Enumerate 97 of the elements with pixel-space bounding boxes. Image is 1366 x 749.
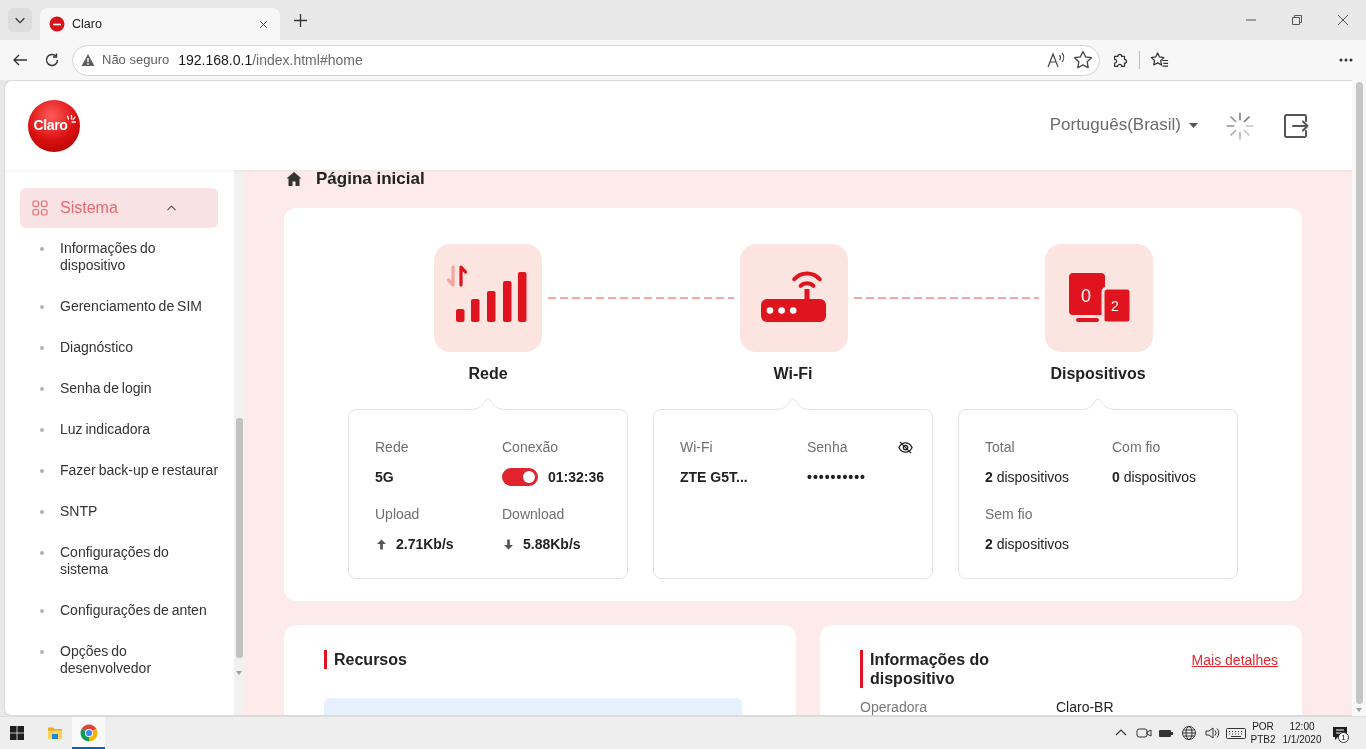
sidebar-subitem[interactable]: Configurações do sistema bbox=[20, 532, 219, 590]
globe-icon[interactable] bbox=[1180, 725, 1197, 741]
sidebar-subitem[interactable]: Senha de login bbox=[20, 368, 219, 409]
logout-icon[interactable] bbox=[1282, 111, 1310, 140]
home-icon bbox=[286, 171, 302, 187]
camera-icon[interactable] bbox=[1135, 725, 1152, 741]
sidebar-subitem[interactable]: SNTP bbox=[20, 491, 219, 532]
panel-pointer bbox=[466, 397, 510, 411]
scrollbar-thumb[interactable] bbox=[235, 418, 243, 658]
puzzle-icon[interactable] bbox=[1111, 51, 1129, 69]
reload-icon[interactable] bbox=[44, 52, 60, 68]
field-value: 2.71Kb/s bbox=[396, 535, 454, 553]
close-icon[interactable] bbox=[1338, 15, 1348, 25]
field-value: ZTE G5T... bbox=[680, 468, 748, 486]
loading-spinner-icon[interactable] bbox=[1226, 111, 1254, 140]
monitor-count: 0 bbox=[1081, 286, 1091, 306]
notification-count: 1 bbox=[1338, 732, 1349, 743]
page-title: Página inicial bbox=[316, 170, 425, 190]
details-link[interactable]: Mais detalhes bbox=[1191, 652, 1278, 669]
input-language-button[interactable]: POR PTB2 bbox=[1249, 717, 1277, 749]
address-text[interactable]: 192.168.0.1/index.html#home bbox=[178, 51, 363, 69]
field-label: Conexão bbox=[502, 438, 559, 456]
sparkle-icon bbox=[66, 114, 77, 123]
bullet-icon bbox=[40, 468, 44, 473]
field-label: Sem fio bbox=[985, 505, 1033, 523]
field-label: Wi-Fi bbox=[680, 438, 713, 456]
favicon-icon bbox=[49, 16, 65, 32]
warning-icon[interactable] bbox=[81, 53, 95, 67]
eye-slash-icon[interactable] bbox=[898, 439, 913, 455]
page-scrollbar[interactable] bbox=[1352, 80, 1366, 716]
card-title: Recursos bbox=[324, 650, 407, 669]
sidebar-subitem[interactable]: Luz indicadora bbox=[20, 409, 219, 450]
field-label: Upload bbox=[375, 505, 420, 523]
restore-icon[interactable] bbox=[1292, 15, 1302, 25]
node-label: Wi-Fi bbox=[773, 364, 813, 384]
sidebar-subitem[interactable]: Opções do desenvolvedor bbox=[20, 631, 219, 689]
field-label: Total bbox=[985, 438, 1015, 456]
sidebar-subitem[interactable]: Gerenciamento de SIM bbox=[20, 286, 219, 327]
node-label: Rede bbox=[468, 364, 508, 384]
star-icon[interactable] bbox=[1073, 50, 1093, 70]
connection-toggle[interactable] bbox=[502, 468, 538, 486]
sidebar-subitem[interactable]: Configurações de anten bbox=[20, 590, 219, 631]
favorites-icon[interactable] bbox=[1149, 50, 1169, 70]
field-value: 5G bbox=[375, 468, 394, 486]
windows-icon[interactable] bbox=[10, 726, 24, 740]
bullet-icon bbox=[40, 608, 44, 613]
bullet-icon bbox=[40, 649, 44, 654]
bullet-icon bbox=[40, 345, 44, 350]
router-icon bbox=[739, 244, 848, 352]
browser-button[interactable] bbox=[72, 717, 105, 749]
scrollbar-thumb[interactable] bbox=[1355, 82, 1363, 704]
sidebar-subitem[interactable]: Informações do dispositivo bbox=[20, 228, 219, 286]
down-arrow-icon bbox=[504, 538, 513, 550]
browser-tab[interactable]: Claro bbox=[40, 8, 280, 40]
language-dropdown[interactable]: Português(Brasil) bbox=[1049, 115, 1198, 136]
browser-icon[interactable] bbox=[79, 724, 98, 742]
security-label[interactable]: Não seguro bbox=[102, 52, 170, 68]
folder-icon[interactable] bbox=[47, 725, 63, 741]
field-label: Download bbox=[502, 505, 565, 523]
info-value: Claro-BR bbox=[1056, 699, 1114, 715]
plus-icon[interactable] bbox=[292, 12, 308, 28]
field-value: 2 dispositivos bbox=[985, 468, 1070, 486]
node-label: Dispositivos bbox=[1050, 364, 1146, 384]
clock-button[interactable]: 12:00 1/1/2020 bbox=[1277, 717, 1327, 749]
field-value: •••••••••• bbox=[807, 468, 866, 486]
grid-icon bbox=[32, 200, 48, 216]
bullet-icon bbox=[40, 246, 44, 251]
field-value: 0 dispositivos bbox=[1112, 468, 1197, 486]
logo-text: Claro bbox=[33, 116, 68, 134]
read-aloud-icon[interactable] bbox=[1047, 51, 1065, 69]
back-arrow-icon[interactable] bbox=[12, 52, 28, 68]
up-arrow-icon bbox=[377, 538, 386, 550]
tab-list-button[interactable] bbox=[8, 8, 32, 32]
sidebar-scrollbar[interactable] bbox=[234, 170, 244, 715]
caret-icon[interactable] bbox=[1189, 123, 1198, 128]
bullet-icon bbox=[40, 550, 44, 555]
address-bar[interactable]: Não seguro 192.168.0.1/index.html#home bbox=[72, 44, 1100, 76]
notifications-button[interactable]: 1 bbox=[1327, 717, 1353, 749]
signal-bars-icon bbox=[434, 244, 542, 352]
field-value: 5.88Kb/s bbox=[523, 535, 581, 553]
field-value: 2 dispositivos bbox=[985, 535, 1070, 553]
phone-count: 2 bbox=[1111, 298, 1119, 314]
speaker-icon[interactable] bbox=[1203, 725, 1220, 741]
sidebar-subitem[interactable]: Fazer back-up e restaurar bbox=[20, 450, 219, 491]
field-value: 01:32:36 bbox=[548, 468, 605, 486]
info-label: Operadora bbox=[860, 699, 927, 715]
sidebar-subitem[interactable]: Diagnóstico bbox=[20, 327, 219, 368]
panel-pointer bbox=[771, 397, 815, 411]
field-label: Senha bbox=[807, 438, 848, 456]
bullet-icon bbox=[40, 427, 44, 432]
field-label: Com fio bbox=[1112, 438, 1161, 456]
panel-pointer bbox=[1076, 397, 1120, 411]
bullet-icon bbox=[40, 304, 44, 309]
bullet-icon bbox=[40, 509, 44, 514]
field-label: Rede bbox=[375, 438, 409, 456]
card-title: Informações do dispositivo bbox=[860, 650, 1035, 688]
bullet-icon bbox=[40, 386, 44, 391]
